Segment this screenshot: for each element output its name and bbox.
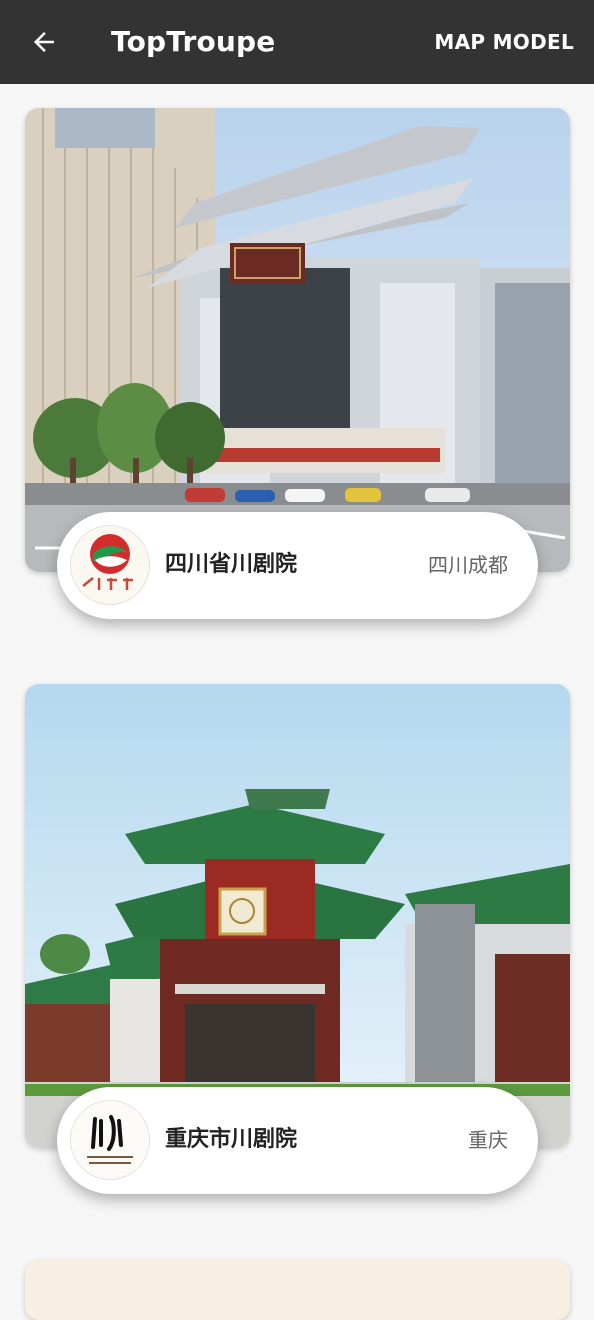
troupe-card-sichuan[interactable] (25, 108, 570, 572)
theatre-photo (25, 108, 570, 572)
troupe-name: 重庆市川剧院 (165, 1127, 298, 1152)
back-button[interactable] (22, 20, 66, 64)
troupe-logo (71, 1101, 149, 1179)
troupe-card-chongqing[interactable] (25, 684, 570, 1148)
app-bar: TopTroupe MAP MODEL (0, 0, 594, 84)
troupe-logo (71, 526, 149, 604)
troupe-location: 四川成都 (428, 553, 508, 577)
troupe-info-pill[interactable]: 四川省川剧院 四川成都 (57, 512, 538, 619)
page-title: TopTroupe (111, 25, 276, 58)
troupe-card-partial[interactable] (25, 1260, 570, 1320)
troupe-info-pill[interactable]: 重庆市川剧院 重庆 (57, 1087, 538, 1194)
troupe-name: 四川省川剧院 (165, 552, 298, 577)
theatre-photo (25, 684, 570, 1148)
arrow-left-icon (34, 32, 54, 52)
map-model-button[interactable]: MAP MODEL (434, 28, 574, 56)
troupe-location: 重庆 (468, 1128, 508, 1152)
